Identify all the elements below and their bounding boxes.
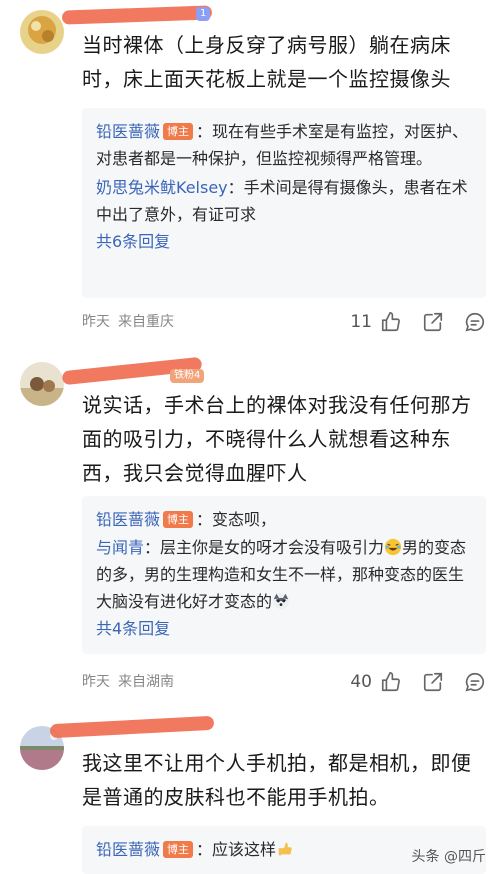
reply-separator: ： [196,840,213,859]
comment-actions: 11 [350,310,486,334]
more-replies-link[interactable]: 共4条回复 [96,615,472,643]
blogger-tag: 博主 [163,511,194,528]
fan-badge: 1 [196,7,211,21]
reply-separator: ： [196,122,213,141]
comment-meta: 昨天 来自重庆 11 [82,310,486,334]
comment-icon[interactable] [464,311,486,333]
like-count: 11 [350,312,372,332]
fan-badge: 铁粉4 [170,369,205,383]
reply-text: 变态呗， [212,510,277,529]
comment-actions: 40 [350,670,486,694]
reply-author[interactable]: 铅医蔷薇 [96,122,160,141]
reply-item[interactable]: 奶思兔米鱿Kelsey：手术间是得有摄像头，患者在术中出了意外，有证可求 [96,174,472,228]
reply-separator: ： [196,510,213,529]
reply-item[interactable]: 铅医蔷薇 博主 ：变态呗， [96,506,472,533]
reply-box[interactable]: 铅医蔷薇 博主 ：现在有些手术室是有监控，对医护、对患者都是一种保护，但监控视频得严… [82,108,486,298]
comment-location: 来自湖南 [118,674,174,690]
thumb-up-icon[interactable] [380,311,402,333]
comment-time: 昨天 [82,674,110,690]
blogger-tag: 博主 [163,841,194,858]
comment-icon[interactable] [464,671,486,693]
reply-author[interactable]: 铅医蔷薇 [96,510,160,529]
like-count: 40 [350,672,372,692]
reply-separator: ： [144,538,161,557]
husky-emoji [272,592,290,610]
reply-item[interactable]: 与闻青：层主你是女的呀才会没有吸引力 男的变态的多，男的生理构造和女生不一样，那种… [96,534,472,615]
reply-author[interactable]: 奶思兔米鱿Kelsey [96,178,228,197]
reply-item[interactable]: 铅医蔷薇 博主 ：现在有些手术室是有监控，对医护、对患者都是一种保护，但监控视频得严… [96,118,472,172]
reply-separator: ： [227,178,244,197]
reply-author[interactable]: 与闻青 [96,538,144,557]
thumb-emoji [278,842,292,856]
share-icon[interactable] [422,311,444,333]
redacted-username[interactable] [49,715,215,739]
comment-text: 说实话，手术台上的裸体对我没有任何那方面的吸引力，不晓得什么人就想看这种东西，我… [82,393,472,485]
comment-location: 来自重庆 [118,314,174,330]
reply-text: 应该这样 [212,840,277,859]
share-icon[interactable] [422,671,444,693]
avatar[interactable] [20,10,64,54]
blogger-tag: 博主 [163,123,194,140]
watermark: 头条 @四斤 [411,849,486,865]
reply-author[interactable]: 铅医蔷薇 [96,840,160,859]
thumb-up-icon[interactable] [380,671,402,693]
laugh-cry-emoji [384,538,402,556]
reply-box[interactable]: 铅医蔷薇 博主 ：变态呗， 与闻青：层主你是女的呀才会没有吸引力 男的变态的多，男的生… [82,496,486,654]
more-replies-link[interactable]: 共6条回复 [96,228,472,256]
comment-text: 当时裸体（上身反穿了病号服）躺在病床时，床上面天花板上就是一个监控摄像头 [82,33,451,91]
comment-time: 昨天 [82,314,110,330]
avatar[interactable] [20,362,64,406]
comment-text: 我这里不让用个人手机拍，都是相机，即便是普通的皮肤科也不能用手机拍。 [82,751,472,809]
comment-meta: 昨天 来自湖南 40 [82,670,486,694]
reply-text: 层主你是女的呀才会没有吸引力 [160,538,385,557]
redacted-username[interactable] [61,5,213,25]
